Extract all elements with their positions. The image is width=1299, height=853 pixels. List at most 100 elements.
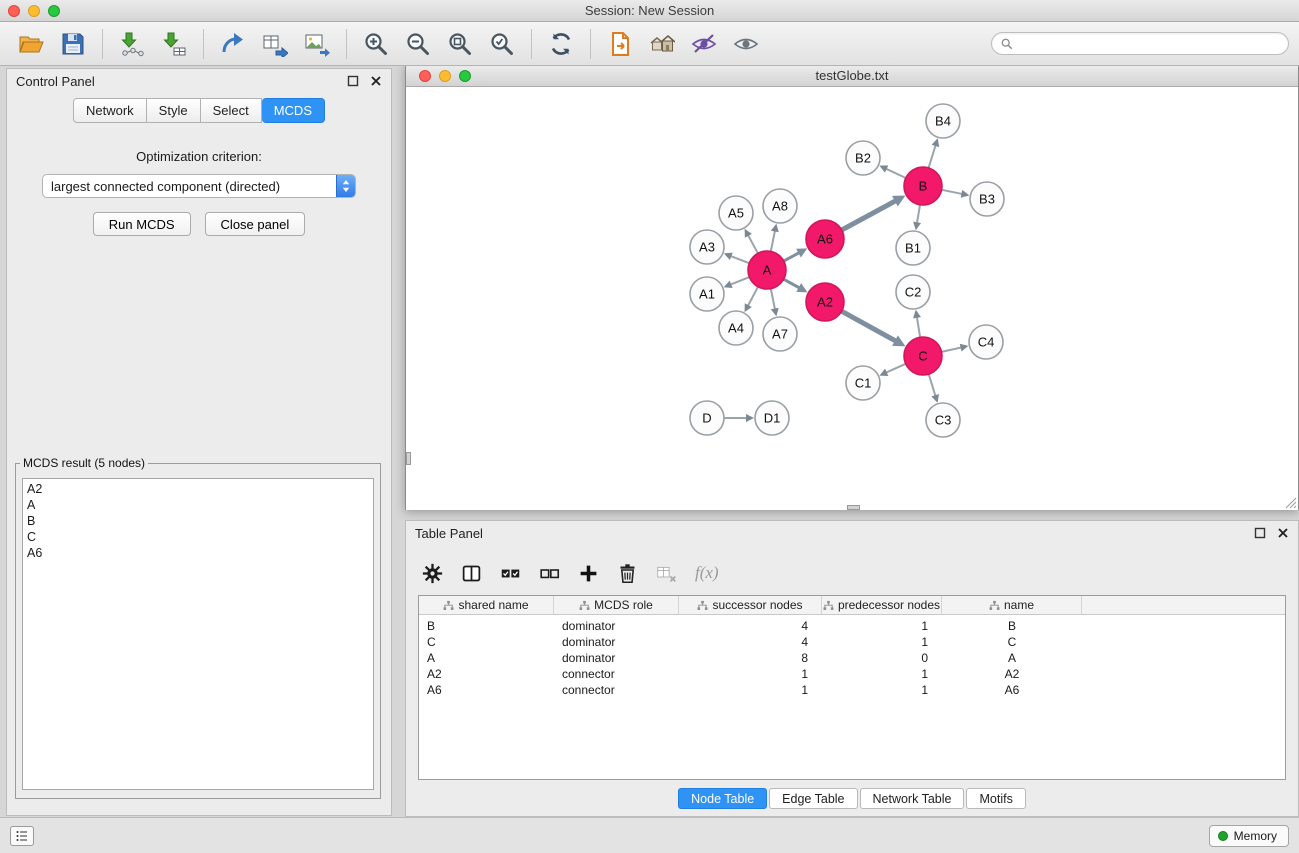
network-edge-C-C2[interactable] [917, 318, 920, 338]
mcds-result-list[interactable]: A2ABCA6 [22, 478, 374, 790]
network-edge-A-A4[interactable] [748, 287, 758, 305]
network-node-C2[interactable]: C2 [896, 275, 930, 309]
tab-network[interactable]: Network [73, 98, 147, 123]
tab-network-table[interactable]: Network Table [860, 788, 965, 809]
optimization-criterion-select[interactable]: largest connected component (directed) [42, 174, 356, 198]
new-network-button[interactable] [217, 28, 249, 60]
close-panel-button[interactable]: Close panel [205, 212, 306, 236]
network-node-B[interactable]: B [904, 167, 942, 205]
network-node-A2[interactable]: A2 [806, 283, 844, 321]
panel-resize-handle[interactable] [847, 505, 860, 510]
network-node-B2[interactable]: B2 [846, 141, 880, 175]
close-panel-icon[interactable] [1277, 527, 1289, 539]
tab-style[interactable]: Style [147, 98, 201, 123]
save-session-button[interactable] [57, 28, 89, 60]
deselect-all-columns-icon[interactable] [539, 563, 560, 584]
zoom-network-window-button[interactable] [459, 70, 471, 82]
tab-motifs[interactable]: Motifs [966, 788, 1025, 809]
apply-function-button[interactable]: f(x) [695, 563, 719, 583]
column-header-mcds-role[interactable]: MCDS role [554, 596, 679, 614]
table-settings-gear-icon[interactable] [422, 563, 443, 584]
network-edge-B-B3[interactable] [942, 190, 962, 194]
mcds-result-item-a[interactable]: A [27, 497, 369, 513]
network-edge-A-A8[interactable] [771, 232, 775, 252]
close-network-window-button[interactable] [419, 70, 431, 82]
network-edge-A-A3[interactable] [731, 256, 749, 263]
network-node-A7[interactable]: A7 [763, 317, 797, 351]
column-header-shared-name[interactable]: shared name [419, 596, 554, 614]
import-table-button[interactable] [158, 28, 190, 60]
network-node-A1[interactable]: A1 [690, 277, 724, 311]
mcds-result-item-a6[interactable]: A6 [27, 545, 369, 561]
network-node-A3[interactable]: A3 [690, 230, 724, 264]
column-header-predecessor-nodes[interactable]: predecessor nodes [822, 596, 942, 614]
dropdown-stepper[interactable] [336, 175, 355, 197]
network-window-titlebar[interactable]: testGlobe.txt [406, 65, 1298, 87]
network-canvas-svg[interactable]: B4B2BB3A5A8A6A3B1AA1C2A2A4A7C4CC1C3DD1 [406, 87, 1298, 510]
delete-column-icon[interactable] [617, 563, 638, 584]
table-row-a[interactable]: Adominator80A [419, 650, 1285, 666]
mcds-result-item-b[interactable]: B [27, 513, 369, 529]
hide-details-button[interactable] [688, 28, 720, 60]
network-edge-B-B4[interactable] [929, 146, 936, 168]
network-node-A4[interactable]: A4 [719, 311, 753, 345]
zoom-selected-button[interactable] [486, 28, 518, 60]
import-network-button[interactable] [116, 28, 148, 60]
close-panel-icon[interactable] [370, 75, 382, 87]
network-edge-C-C1[interactable] [887, 364, 906, 373]
network-edge-A-A6[interactable] [784, 253, 799, 261]
tab-edge-table[interactable]: Edge Table [769, 788, 857, 809]
tab-select[interactable]: Select [201, 98, 262, 123]
network-node-A6[interactable]: A6 [806, 220, 844, 258]
network-edge-C-C4[interactable] [942, 348, 961, 352]
network-node-B1[interactable]: B1 [896, 231, 930, 265]
network-node-C[interactable]: C [904, 337, 942, 375]
network-edge-A2-C[interactable] [842, 311, 895, 340]
network-node-C3[interactable]: C3 [926, 403, 960, 437]
network-node-D1[interactable]: D1 [755, 401, 789, 435]
search-input[interactable] [1018, 37, 1279, 51]
run-mcds-button[interactable]: Run MCDS [93, 212, 191, 236]
network-edge-A-A1[interactable] [731, 277, 749, 284]
network-edge-A-A7[interactable] [771, 289, 775, 309]
delete-table-icon[interactable] [656, 563, 677, 584]
zoom-fit-button[interactable] [444, 28, 476, 60]
open-document-button[interactable] [604, 28, 636, 60]
memory-button[interactable]: Memory [1209, 825, 1289, 847]
tab-mcds[interactable]: MCDS [262, 98, 325, 123]
node-table[interactable]: shared nameMCDS rolesuccessor nodesprede… [418, 595, 1286, 780]
network-node-A8[interactable]: A8 [763, 189, 797, 223]
float-panel-icon[interactable] [347, 75, 359, 87]
network-overview-button[interactable] [646, 28, 678, 60]
column-header-name[interactable]: name [942, 596, 1082, 614]
search-box[interactable] [991, 32, 1289, 55]
network-node-B3[interactable]: B3 [970, 182, 1004, 216]
select-all-columns-icon[interactable] [500, 563, 521, 584]
open-session-button[interactable] [15, 28, 47, 60]
zoom-out-button[interactable] [402, 28, 434, 60]
show-details-button[interactable] [730, 28, 762, 60]
network-edge-B-B2[interactable] [887, 169, 906, 178]
float-panel-icon[interactable] [1254, 527, 1266, 539]
network-node-C1[interactable]: C1 [846, 366, 880, 400]
network-node-C4[interactable]: C4 [969, 325, 1003, 359]
network-edge-B-B1[interactable] [917, 205, 920, 223]
mcds-result-item-c[interactable]: C [27, 529, 369, 545]
table-row-a6[interactable]: A6connector11A6 [419, 682, 1285, 698]
minimize-window-button[interactable] [28, 5, 40, 17]
zoom-window-button[interactable] [48, 5, 60, 17]
mcds-result-item-a2[interactable]: A2 [27, 481, 369, 497]
add-column-icon[interactable] [578, 563, 599, 584]
network-canvas[interactable]: B4B2BB3A5A8A6A3B1AA1C2A2A4A7C4CC1C3DD1 [406, 87, 1298, 510]
tab-node-table[interactable]: Node Table [678, 788, 767, 809]
panel-resize-handle[interactable] [406, 452, 411, 465]
task-history-button[interactable] [10, 826, 34, 846]
zoom-in-button[interactable] [360, 28, 392, 60]
network-node-D[interactable]: D [690, 401, 724, 435]
network-node-B4[interactable]: B4 [926, 104, 960, 138]
network-edge-A-A5[interactable] [748, 236, 758, 254]
refresh-network-button[interactable] [545, 28, 577, 60]
network-node-A5[interactable]: A5 [719, 196, 753, 230]
network-edge-C-C3[interactable] [929, 374, 936, 395]
close-window-button[interactable] [8, 5, 20, 17]
